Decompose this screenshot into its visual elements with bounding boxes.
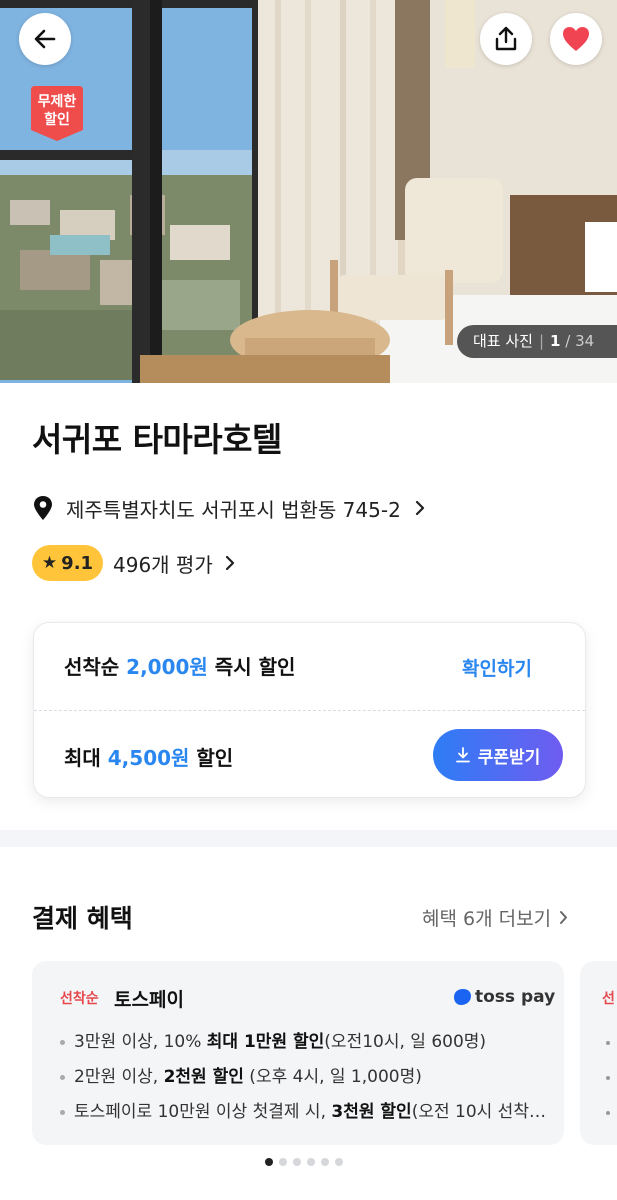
benefit-item: 2만원 이상, 2천원 할인 (오후 4시, 일 1,000명)	[60, 1060, 550, 1095]
get-coupon-button[interactable]: 쿠폰받기	[433, 729, 563, 781]
pager-dot[interactable]	[293, 1158, 301, 1166]
bullet-dot	[606, 1111, 610, 1115]
benefits-title: 결제 혜택	[32, 904, 133, 933]
photo-label: 대표 사진	[473, 332, 533, 350]
photo-counter: 대표 사진 | 1 / 34	[457, 325, 617, 358]
benefit-item: 토스페이로 10만원 이상 첫결제 시, 3천원 할인(오전 10시 선착순)	[60, 1095, 550, 1130]
favorite-button[interactable]	[550, 13, 602, 65]
pager-dot[interactable]	[265, 1158, 273, 1166]
tosspay-logo-text: toss pay	[475, 987, 556, 1007]
address-link[interactable]: 제주특별자치도 서귀포시 법환동 745-2	[32, 492, 425, 524]
instant-discount-text: 선착순 2,000원 즉시 할인	[64, 651, 295, 680]
back-button[interactable]	[19, 13, 71, 65]
benefit-item: 3만원 이상, 10% 최대 1만원 할인(오전10시, 일 600명)	[60, 1025, 550, 1060]
photo-index: 1	[550, 332, 561, 350]
rating-value: 9.1	[61, 552, 94, 574]
heart-icon	[563, 27, 589, 51]
reviews-link[interactable]: ★ 9.1 496개 평가	[32, 544, 235, 582]
tosspay-logo: toss pay	[452, 987, 555, 1007]
pager-dot[interactable]	[279, 1158, 287, 1166]
dashed-divider	[34, 710, 585, 711]
bullet-dot	[606, 1041, 610, 1045]
section-divider	[0, 830, 617, 847]
unlimited-discount-badge: 무제한 할인	[31, 86, 83, 141]
chevron-right-icon	[560, 911, 568, 924]
coupon-card: 선착순 2,000원 즉시 할인 확인하기 최대 4,500원 할인 쿠폰받기	[33, 622, 586, 798]
max-discount-prefix: 최대	[64, 746, 108, 770]
review-count: 496개 평가	[113, 552, 213, 577]
benefit-card-next[interactable]: 선	[580, 961, 617, 1145]
chevron-right-icon	[225, 555, 234, 571]
benefit-list: 3만원 이상, 10% 최대 1만원 할인(오전10시, 일 600명) 2만원…	[60, 1025, 550, 1130]
star-icon: ★	[41, 553, 58, 573]
badge-text: 무제한 할인	[37, 94, 77, 128]
max-discount-text: 최대 4,500원 할인	[64, 742, 233, 771]
share-icon	[495, 26, 517, 51]
pager-dot[interactable]	[307, 1158, 315, 1166]
hotel-name: 서귀포 타마라호텔	[32, 420, 282, 459]
rating-badge: ★ 9.1	[32, 545, 103, 581]
confirm-link[interactable]: 확인하기	[462, 654, 532, 681]
share-button[interactable]	[480, 13, 532, 65]
bullet-dot	[606, 1076, 610, 1080]
address-text: 제주특별자치도 서귀포시 법환동 745-2	[66, 497, 401, 522]
first-come-tag: 선착순	[60, 991, 99, 1007]
max-discount-amount: 4,500원	[107, 746, 190, 770]
more-benefits-link[interactable]: 혜택 6개 더보기	[422, 904, 568, 931]
payment-name: 토스페이	[114, 989, 184, 1011]
arrow-left-icon	[34, 29, 56, 49]
instant-discount-suffix: 즉시 할인	[207, 655, 296, 679]
instant-discount-amount: 2,000원	[126, 655, 208, 679]
chevron-right-icon	[415, 500, 424, 516]
benefit-card-tosspay[interactable]: 선착순 토스페이 toss pay 3만원 이상, 10% 최대 1만원 할인(…	[32, 961, 564, 1145]
more-benefits-label: 혜택 6개 더보기	[422, 908, 552, 930]
next-card-tag: 선	[602, 991, 615, 1007]
toss-logo-icon	[454, 989, 471, 1005]
pager-dot[interactable]	[335, 1158, 343, 1166]
max-discount-suffix: 할인	[189, 746, 234, 770]
download-icon	[455, 747, 470, 763]
location-pin-icon	[34, 496, 52, 520]
instant-discount-prefix: 선착순	[64, 655, 127, 679]
carousel-pager	[265, 1158, 349, 1166]
pager-dot[interactable]	[321, 1158, 329, 1166]
hero-photo[interactable]: 무제한 할인 대표 사진 | 1 / 34	[0, 0, 617, 383]
get-coupon-label: 쿠폰받기	[477, 747, 541, 768]
photo-total: 34	[575, 332, 595, 350]
